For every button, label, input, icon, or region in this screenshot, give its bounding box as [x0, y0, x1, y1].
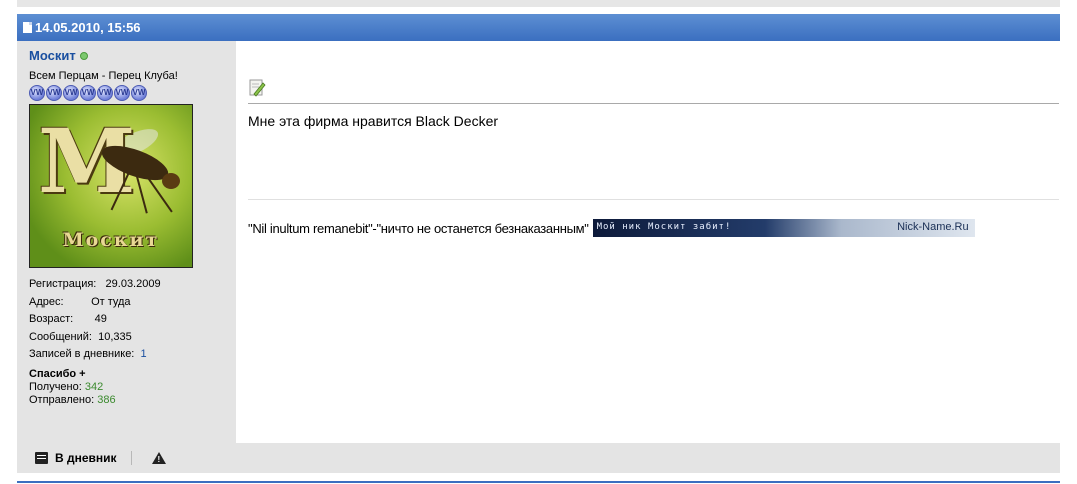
- stat-value: 10,335: [98, 330, 132, 343]
- online-status-icon: [79, 51, 88, 60]
- thanks-label: Получено:: [29, 380, 82, 393]
- post-body: Москит Всем Перцам - Перец Клуба! VW VW …: [17, 41, 1060, 443]
- stat-label: Сообщений:: [29, 330, 92, 343]
- user-title: Всем Перцам - Перец Клуба!: [29, 70, 178, 82]
- stat-label: Возраст:: [29, 313, 74, 325]
- post-document-icon: [23, 22, 32, 33]
- diary-count-link[interactable]: 1: [141, 348, 147, 360]
- forum-post: 14.05.2010, 15:56 Москит Всем Перцам - П…: [17, 14, 1060, 473]
- stat-registration: Регистрация: 29.03.2009: [29, 276, 236, 294]
- post-title-divider: [248, 103, 1059, 104]
- user-stats: Регистрация: 29.03.2009 Адрес: От туда В…: [29, 276, 236, 364]
- stat-label: Регистрация:: [29, 278, 97, 290]
- signature-divider: [248, 199, 1059, 200]
- banner-right-text: Nick-Name.Ru: [897, 221, 969, 233]
- banner-left-text: Мой ник Москит забит!: [596, 222, 732, 232]
- footer-separator: [130, 451, 132, 465]
- thanks-received: Получено: 342: [29, 381, 236, 394]
- rank-icon: VW: [63, 85, 79, 101]
- rank-icon: VW: [80, 85, 96, 101]
- post-date: 14.05.2010, 15:56: [35, 20, 141, 35]
- post-header: 14.05.2010, 15:56: [17, 14, 1060, 41]
- rank-icon: VW: [29, 85, 45, 101]
- avatar-insect-head: [162, 173, 180, 189]
- username-row: Москит: [29, 48, 236, 63]
- thanks-sent: Отправлено: 386: [29, 394, 236, 407]
- user-info-panel: Москит Всем Перцам - Перец Клуба! VW VW …: [17, 41, 236, 443]
- rank-icon: VW: [46, 85, 62, 101]
- stat-messages: Сообщений: 10,335: [29, 329, 236, 347]
- to-diary-button[interactable]: В дневник: [55, 451, 117, 465]
- avatar-nickname: Москит: [62, 229, 160, 251]
- stat-value: 29.03.2009: [105, 278, 161, 290]
- user-avatar[interactable]: М Москит: [29, 104, 193, 268]
- diary-icon: [35, 452, 48, 464]
- post-message: Мне эта фирма нравится Black Decker: [248, 113, 499, 129]
- report-warning-icon[interactable]: !: [151, 452, 166, 464]
- thanks-value: 342: [84, 380, 104, 393]
- top-separator: [17, 0, 1060, 7]
- thanks-value: 386: [97, 393, 116, 406]
- username-link[interactable]: Москит: [29, 48, 76, 63]
- post-pencil-icon: [249, 79, 266, 97]
- stat-label: Записей в дневнике:: [29, 348, 135, 360]
- stat-label: Адрес:: [29, 295, 64, 308]
- bottom-separator: [17, 481, 1060, 483]
- thanks-title: Спасибо +: [29, 367, 86, 380]
- stat-value: 49: [94, 313, 107, 325]
- user-rank: VW VW VW VW VW VW VW: [29, 85, 236, 101]
- post-footer: В дневник !: [17, 443, 1060, 473]
- stat-age: Возраст: 49: [29, 311, 236, 329]
- post-signature: "Nil inultum remanebit"-"ничто не остане…: [248, 219, 975, 237]
- signature-banner[interactable]: Мой ник Москит забит! Nick-Name.Ru: [592, 219, 975, 237]
- rank-icon: VW: [131, 85, 147, 101]
- signature-text: "Nil inultum remanebit"-"ничто не остане…: [248, 220, 589, 236]
- thanks-label: Отправлено:: [29, 393, 95, 406]
- rank-icon: VW: [97, 85, 113, 101]
- rank-icon: VW: [114, 85, 130, 101]
- stat-value: От туда: [91, 295, 131, 308]
- stat-diary: Записей в дневнике: 1: [29, 346, 236, 364]
- post-content: Мне эта фирма нравится Black Decker "Nil…: [236, 41, 1060, 443]
- stat-address: Адрес: От туда: [29, 294, 236, 312]
